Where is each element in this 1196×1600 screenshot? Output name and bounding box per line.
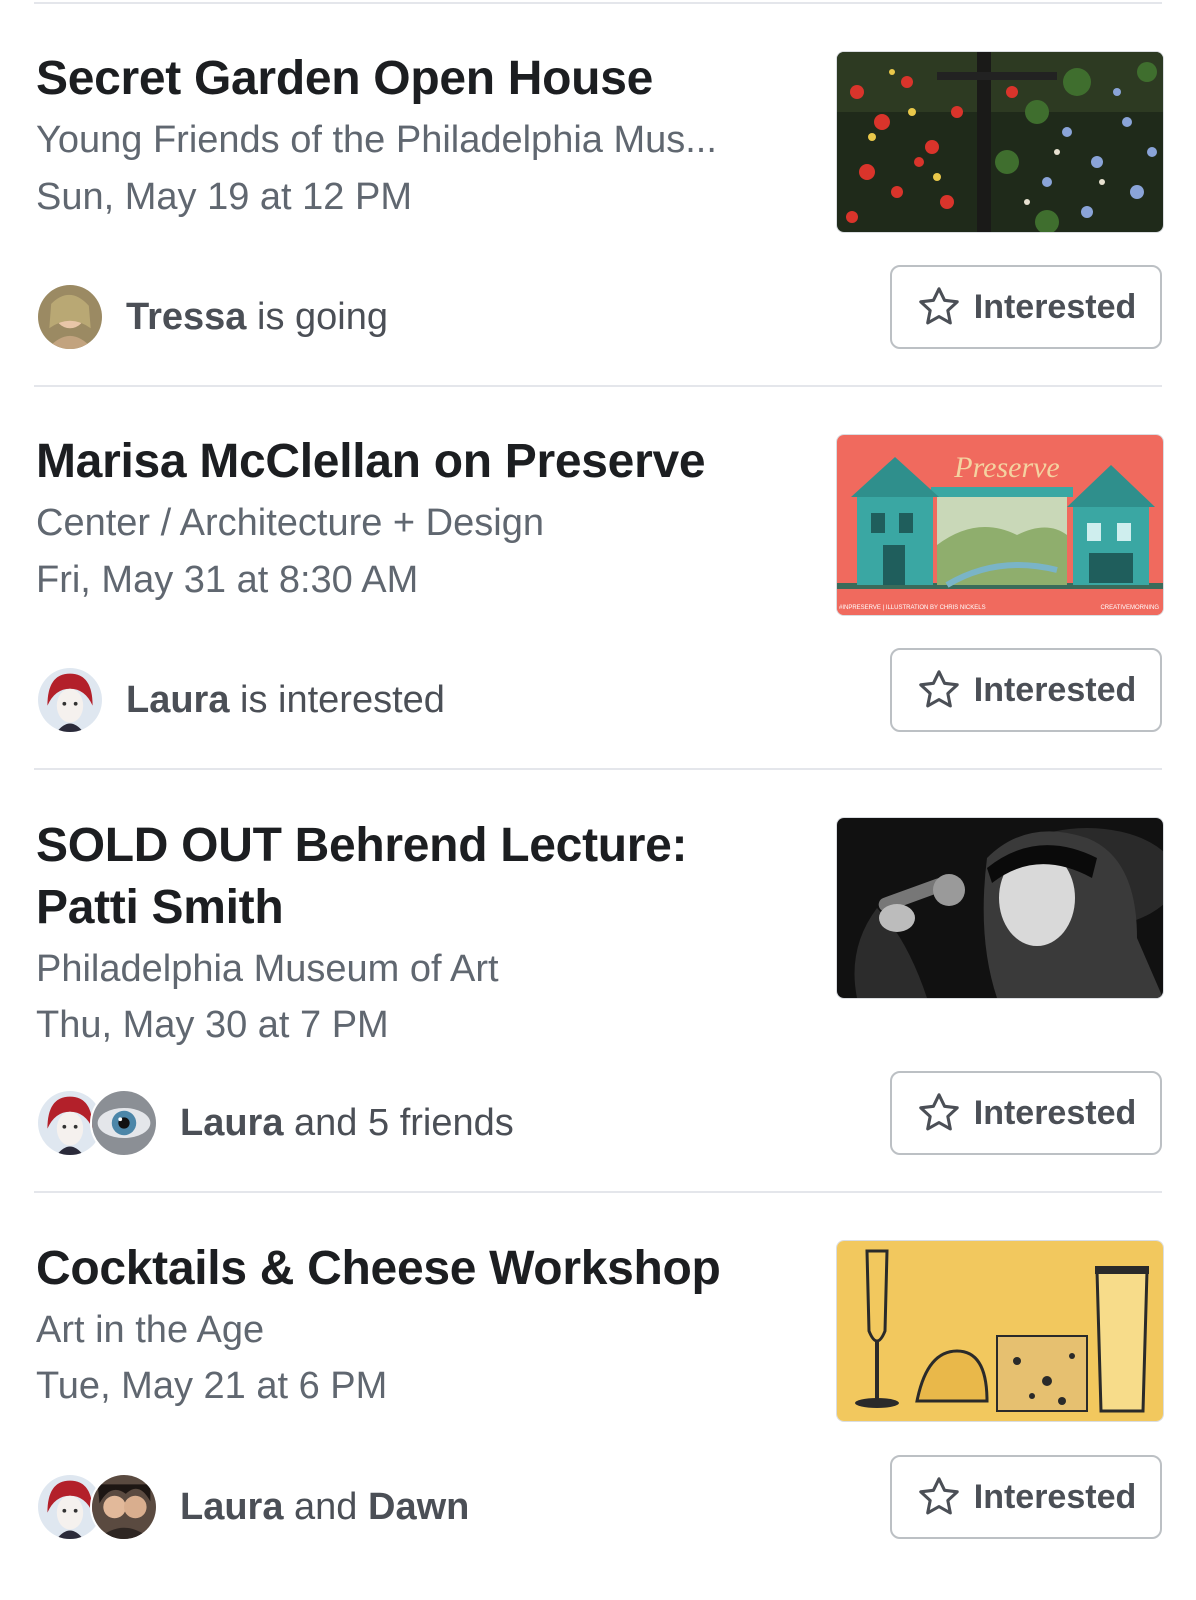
preserve-logo-text: Preserve	[953, 451, 1060, 484]
interested-label: Interested	[973, 287, 1137, 326]
event-social[interactable]: Laura is interested	[36, 665, 445, 735]
event-social[interactable]: Laura and 5 friends	[36, 1088, 514, 1158]
event-host: Center / Architecture + Design	[36, 502, 544, 544]
event-host: Art in the Age	[36, 1309, 265, 1351]
social-suffix: and 5 friends	[283, 1101, 514, 1144]
friend-name[interactable]: Dawn	[368, 1486, 469, 1528]
interested-button[interactable]: Interested	[890, 1071, 1162, 1155]
star-icon	[919, 1093, 959, 1131]
social-text: Laura and 5 friends	[180, 1102, 514, 1145]
event-date: Fri, May 31 at 8:30 AM	[36, 559, 419, 601]
event-host: Philadelphia Museum of Art	[36, 948, 499, 990]
social-text: Laura is interested	[126, 679, 445, 722]
social-text: Tressa is going	[126, 296, 388, 339]
event-title[interactable]: SOLD OUT Behrend Lecture: Patti Smith	[36, 815, 776, 939]
friend-name[interactable]: Laura	[180, 1102, 283, 1144]
event-date: Thu, May 30 at 7 PM	[36, 1004, 389, 1046]
top-divider	[34, 2, 1162, 4]
avatar[interactable]	[36, 283, 104, 351]
interested-button[interactable]: Interested	[890, 1455, 1162, 1539]
event-image-garden[interactable]	[836, 51, 1164, 233]
card-divider	[34, 768, 1162, 770]
interested-label: Interested	[973, 670, 1137, 709]
star-icon	[919, 670, 959, 708]
social-suffix: and	[283, 1485, 369, 1528]
event-date: Tue, May 21 at 6 PM	[36, 1365, 388, 1407]
image-credit-right: CREATIVEMORNING	[1100, 605, 1159, 611]
interested-button[interactable]: Interested	[890, 648, 1162, 732]
friend-name[interactable]: Tressa	[126, 296, 246, 338]
card-divider	[34, 1191, 1162, 1193]
friend-name[interactable]: Laura	[126, 679, 229, 721]
event-social[interactable]: Laura and Dawn	[36, 1472, 469, 1542]
event-title[interactable]: Cocktails & Cheese Workshop	[36, 1238, 796, 1300]
event-host: Young Friends of the Philadelphia Mus...	[36, 119, 717, 161]
interested-button[interactable]: Interested	[890, 265, 1162, 349]
social-suffix: is going	[246, 295, 388, 338]
social-suffix: is interested	[229, 678, 445, 721]
event-image-preserve[interactable]: Preserve #INPRESERVE | ILLUSTRATION BY C…	[836, 434, 1164, 616]
star-icon	[919, 1477, 959, 1515]
social-text: Laura and Dawn	[180, 1486, 469, 1529]
event-date: Sun, May 19 at 12 PM	[36, 176, 412, 218]
interested-label: Interested	[973, 1477, 1137, 1516]
event-image-cocktails[interactable]	[836, 1240, 1164, 1422]
card-divider	[34, 385, 1162, 387]
event-title[interactable]: Secret Garden Open House	[36, 48, 796, 110]
interested-label: Interested	[973, 1093, 1137, 1132]
event-image-singer[interactable]	[836, 817, 1164, 999]
friend-name[interactable]: Laura	[180, 1486, 283, 1528]
avatar[interactable]	[90, 1089, 158, 1157]
event-title[interactable]: Marisa McClellan on Preserve	[36, 431, 796, 493]
image-credit-left: #INPRESERVE | ILLUSTRATION BY CHRIS NICK…	[839, 605, 986, 611]
star-icon	[919, 287, 959, 325]
event-social[interactable]: Tressa is going	[36, 282, 388, 352]
avatar[interactable]	[90, 1473, 158, 1541]
avatar[interactable]	[36, 666, 104, 734]
